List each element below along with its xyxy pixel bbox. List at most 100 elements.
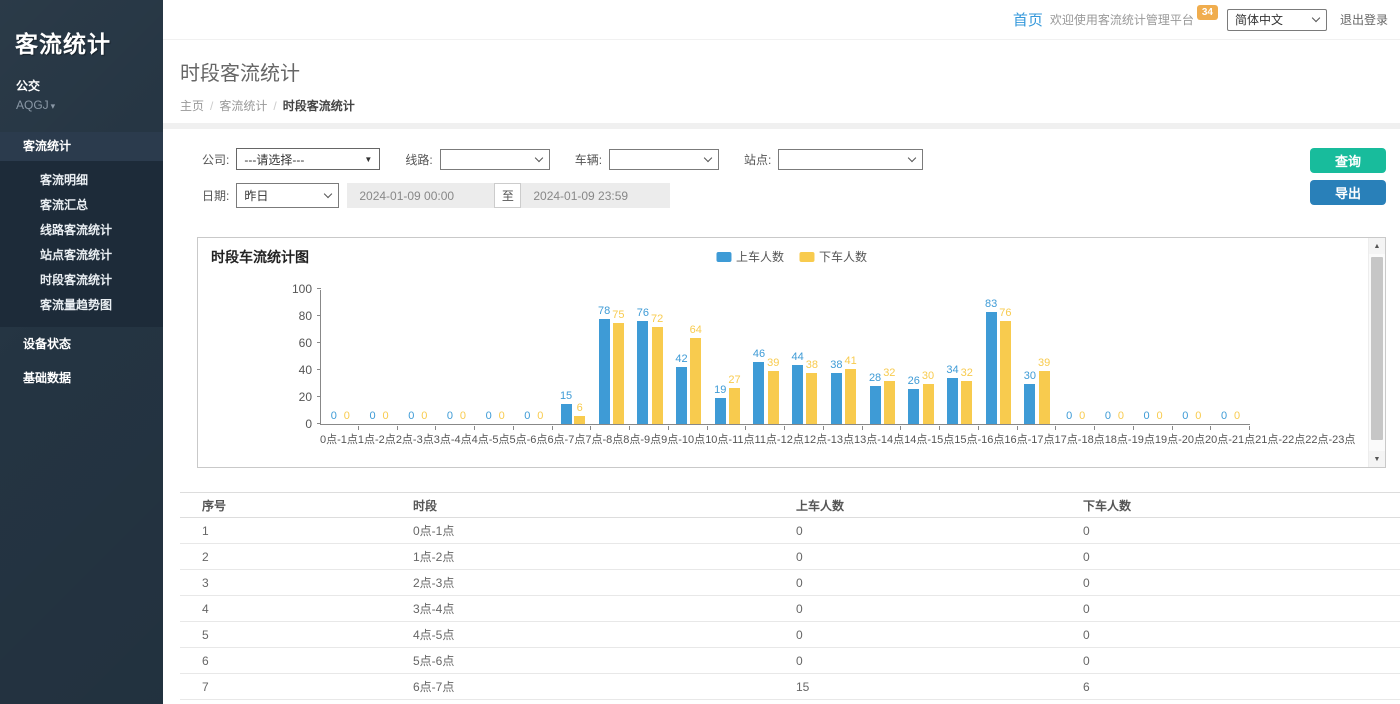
line-select[interactable]: [440, 149, 550, 170]
bar-column: 0: [1232, 410, 1243, 424]
bar-value-label: 15: [560, 390, 572, 402]
sidebar-menu: 客流统计 客流明细客流汇总线路客流统计站点客流统计时段客流统计客流量趋势图 设备…: [0, 132, 163, 395]
bar-column: 0: [341, 410, 352, 424]
bar-column: 76: [999, 307, 1011, 424]
query-button[interactable]: 查询: [1310, 148, 1386, 173]
bar-value-label: 41: [844, 355, 856, 367]
x-axis-label: 20点-21点: [1205, 431, 1255, 447]
table-cell: 0: [1083, 648, 1400, 674]
x-axis-label-text: 19点-20点: [1155, 431, 1205, 447]
bar-column: 0: [419, 410, 430, 424]
title-band: 时段客流统计 主页/客流统计/时段客流统计: [163, 40, 1400, 114]
bar: [947, 378, 958, 424]
x-axis-label-text: 11点-12点: [755, 431, 804, 447]
table-cell: 6点-7点: [413, 674, 796, 700]
legend-item: 下车人数: [799, 248, 867, 265]
x-axis-tick: [863, 426, 902, 430]
date-preset-select[interactable]: 昨日: [236, 183, 339, 208]
table-cell: 15: [796, 674, 1083, 700]
breadcrumb-item[interactable]: 客流统计: [219, 99, 267, 113]
x-axis-tick: [669, 426, 708, 430]
bar-value-label: 39: [767, 357, 779, 369]
scrollbar-thumb[interactable]: [1371, 257, 1383, 440]
bar-column: 44: [792, 351, 804, 424]
home-link[interactable]: 首页: [1013, 9, 1043, 30]
company-select[interactable]: ---请选择--- ▼: [236, 148, 380, 170]
bar-value-label: 0: [1066, 410, 1072, 422]
bar-column: 75: [612, 309, 624, 424]
bar: [961, 381, 972, 424]
org-selector[interactable]: AQGJ▾: [16, 98, 163, 112]
sidebar-subitem[interactable]: 线路客流统计: [0, 218, 163, 243]
table-cell: 0: [1083, 518, 1400, 544]
bar-group: 00: [1211, 290, 1250, 424]
bar-group: 00: [1172, 290, 1211, 424]
bar-column: 76: [637, 307, 649, 424]
x-axis-label: 0点-1点: [320, 431, 358, 447]
table-row: 76点-7点156: [180, 674, 1400, 700]
vehicle-select[interactable]: [609, 149, 719, 170]
bar-column: 0: [1115, 410, 1126, 424]
notification-badge[interactable]: 34: [1197, 5, 1218, 20]
date-end-input[interactable]: 2024-01-09 23:59: [521, 183, 670, 208]
x-axis-label: 16点-17点: [1004, 431, 1054, 447]
bar-value-label: 0: [1221, 410, 1227, 422]
chart-vertical-scrollbar[interactable]: ▲ ▼: [1368, 238, 1385, 467]
x-axis-label: 7点-8点: [585, 431, 623, 447]
sidebar-others: 设备状态基础数据: [0, 327, 163, 395]
sidebar-item[interactable]: 基础数据: [0, 361, 163, 395]
bar-column: 0: [1193, 410, 1204, 424]
bar-group: 3432: [940, 290, 979, 424]
bar-column: 32: [883, 367, 895, 424]
bar-column: 42: [675, 353, 687, 424]
logout-link[interactable]: 退出登录: [1340, 11, 1388, 28]
x-axis-label: 12点-13点: [804, 431, 854, 447]
bar-value-label: 26: [908, 375, 920, 387]
language-select[interactable]: 简体中文: [1227, 9, 1327, 31]
sidebar-subitem[interactable]: 客流汇总: [0, 193, 163, 218]
x-axis-label: 9点-10点: [661, 431, 705, 447]
bar-value-label: 0: [1079, 410, 1085, 422]
export-button[interactable]: 导出: [1310, 180, 1386, 205]
bar-column: 30: [1024, 370, 1036, 425]
x-axis-label-text: 1点-2点: [358, 431, 396, 447]
x-axis-tick: [1095, 426, 1134, 430]
sidebar-item[interactable]: 设备状态: [0, 327, 163, 361]
table-cell: 2: [180, 544, 413, 570]
x-axis-label-text: 8点-9点: [623, 431, 661, 447]
bar-column: 0: [496, 410, 507, 424]
bar-column: 41: [844, 355, 856, 424]
bar-column: 0: [457, 410, 468, 424]
y-axis-label: 0: [305, 418, 312, 430]
chart-x-labels: 0点-1点1点-2点2点-3点3点-4点4点-5点5点-6点6点-7点7点-8点…: [320, 431, 1250, 447]
sidebar-item-passenger-stats[interactable]: 客流统计: [0, 132, 163, 161]
station-select[interactable]: [778, 149, 923, 170]
station-label: 站点:: [744, 151, 771, 168]
y-axis-label: 40: [299, 364, 312, 376]
scroll-up-icon[interactable]: ▲: [1369, 238, 1385, 254]
sidebar-subitem[interactable]: 客流量趋势图: [0, 293, 163, 318]
table-row: 21点-2点00: [180, 544, 1400, 570]
sidebar-subitem[interactable]: 客流明细: [0, 168, 163, 193]
bar-value-label: 0: [537, 410, 543, 422]
bar-column: 0: [1064, 410, 1075, 424]
sidebar-subitem[interactable]: 站点客流统计: [0, 243, 163, 268]
bar-column: 0: [1077, 410, 1088, 424]
table-cell: 2点-3点: [413, 570, 796, 596]
line-label: 线路:: [405, 151, 432, 168]
y-axis-tick: [317, 342, 321, 343]
table-row: 10点-1点00: [180, 518, 1400, 544]
date-start-input[interactable]: 2024-01-09 00:00: [347, 183, 494, 208]
bar: [574, 416, 585, 424]
bar-column: 0: [328, 410, 339, 424]
x-axis-label-text: 21点-22点: [1255, 431, 1305, 447]
x-axis-label-text: 17点-18点: [1055, 431, 1105, 447]
breadcrumb-item[interactable]: 主页: [180, 99, 204, 113]
table-cell: 0: [1083, 570, 1400, 596]
bar-group: 3841: [824, 290, 863, 424]
bar-column: 0: [1154, 410, 1165, 424]
sidebar-subitem[interactable]: 时段客流统计: [0, 268, 163, 293]
scroll-down-icon[interactable]: ▼: [1369, 451, 1385, 467]
bar-column: 34: [946, 364, 958, 424]
x-axis-label: 15点-16点: [954, 431, 1004, 447]
